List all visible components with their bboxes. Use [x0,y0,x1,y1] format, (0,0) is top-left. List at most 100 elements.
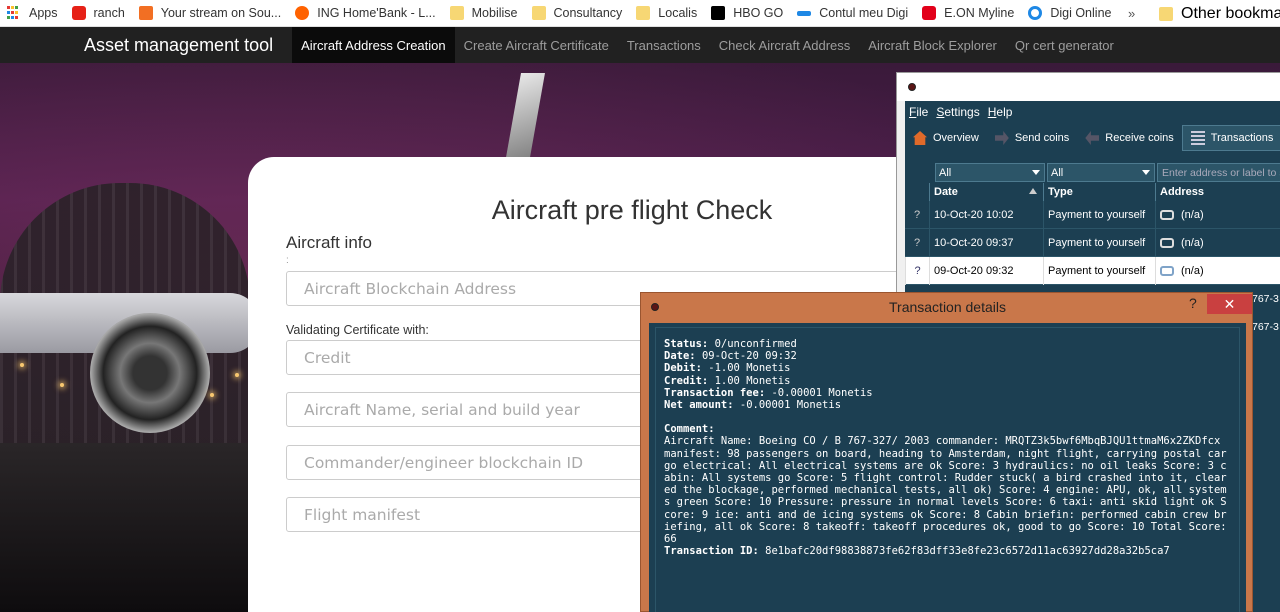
bookmark-label: Digi Online [1050,6,1112,20]
detail-net-amount: Net amount: -0.00001 Monetis [664,399,842,412]
soundcloud-icon [138,6,153,20]
bookmark-label: ranch [93,6,125,20]
tab-receive-coins[interactable]: Receive coins [1077,125,1181,151]
bookmark-label: Localis [658,6,698,20]
type-filter-select[interactable]: All [1047,163,1155,182]
runway-light [20,363,24,367]
dialog-body: Status: 0/unconfirmed Date: 09-Oct-20 09… [649,323,1246,612]
help-button[interactable]: ? [1189,295,1197,311]
detail-fee: Transaction fee: -0.00001 Monetis [664,386,873,399]
ing-lion-icon [295,6,310,20]
date-filter-value: All [939,166,952,179]
send-arrow-icon [994,131,1009,145]
table-row-selected[interactable]: ? 09-Oct-20 09:32 Payment to yourself (n… [905,257,1280,285]
tab-label: Transactions [1210,132,1274,144]
folder-icon [636,6,651,20]
row-address: (n/a) [1155,229,1280,257]
row-type: Payment to yourself [1043,229,1155,257]
bookmark-localis[interactable]: Localis [629,0,704,27]
payment-to-self-icon [1160,266,1174,276]
row-address-value: (n/a) [1181,265,1204,277]
detail-status: Status: 0/unconfirmed [664,338,797,350]
bookmark-soundcloud[interactable]: Your stream on Sou... [132,0,288,27]
transaction-filters: All All Enter address or label to search [905,153,1280,183]
bookmark-label: HBO GO [733,6,784,20]
tab-send-coins[interactable]: Send coins [987,125,1077,151]
transactions-table-header: Date Type Address [905,183,1280,201]
row-date: 10-Oct-20 10:02 [929,201,1043,229]
wallet-titlebar[interactable] [897,73,1280,101]
hbo-icon [711,6,726,20]
row-date: 10-Oct-20 09:37 [929,229,1043,257]
menu-help[interactable]: Help [984,105,1017,119]
bookmark-ing[interactable]: ING Home'Bank - L... [288,0,442,27]
bookmark-hbo[interactable]: HBO GO [704,0,790,27]
date-filter-select[interactable]: All [935,163,1045,182]
column-date-label: Date [934,186,958,198]
eon-icon [922,6,937,20]
menu-settings[interactable]: Settings [932,105,983,119]
nav-aircraft-block-explorer[interactable]: Aircraft Block Explorer [859,27,1006,63]
tab-label: Send coins [1014,132,1070,144]
transactions-list-icon [1190,131,1205,145]
row-address-value: (n/a) [1181,209,1204,221]
tarmac [0,443,260,612]
bookmark-apps[interactable]: Apps [0,0,65,27]
bookmark-digi-online[interactable]: Digi Online [1021,0,1118,27]
bookmark-digi[interactable]: Contul meu Digi [790,0,915,27]
truncated-row-text: 767-3 [1252,321,1279,333]
app-logo-icon [908,83,916,91]
bookmark-consultancy[interactable]: Consultancy [525,0,630,27]
home-icon [913,131,927,145]
address-search-input[interactable]: Enter address or label to search [1157,163,1280,182]
bookmarks-overflow-chevron-icon[interactable]: » [1128,0,1135,27]
table-row[interactable]: ? 10-Oct-20 09:37 Payment to yourself (n… [905,229,1280,257]
table-row[interactable]: ? 10-Oct-20 10:02 Payment to yourself (n… [905,201,1280,229]
detail-debit: Debit: -1.00 Monetis [664,362,791,375]
detail-comment: Aircraft Name: Boeing CO / B 767-327/ 20… [664,435,1227,546]
nav-check-aircraft-address[interactable]: Check Aircraft Address [710,27,860,63]
row-type: Payment to yourself [1043,201,1155,229]
bookmark-ranch[interactable]: ranch [65,0,132,27]
nav-create-aircraft-certificate[interactable]: Create Aircraft Certificate [455,27,618,63]
brand-title[interactable]: Asset management tool [84,35,273,56]
wallet-toolbar: Overview Send coins Receive coins Transa… [905,123,1280,153]
menu-file[interactable]: File [905,105,932,119]
row-date: 09-Oct-20 09:32 [929,257,1043,285]
tab-label: Receive coins [1105,132,1174,144]
bookmark-eon[interactable]: E.ON Myline [915,0,1021,27]
youtube-icon [71,6,86,20]
bookmark-label: E.ON Myline [944,6,1015,20]
unconfirmed-status-icon: ? [913,237,921,249]
chevron-down-icon [1032,170,1040,175]
bookmark-label: Your stream on Sou... [160,6,282,20]
nav-qr-cert-generator[interactable]: Qr cert generator [1006,27,1123,63]
detail-comment-label: Comment: [664,423,715,436]
tab-overview[interactable]: Overview [905,125,987,151]
column-type[interactable]: Type [1043,183,1155,201]
dialog-title[interactable]: Transaction details [641,293,1254,321]
nav-aircraft-address-creation[interactable]: Aircraft Address Creation [292,27,455,63]
truncated-row-text: 767-3 [1252,293,1279,305]
close-button[interactable]: ✕ [1207,294,1252,314]
tab-label: Overview [933,132,979,144]
folder-icon [1159,6,1173,21]
nav-transactions[interactable]: Transactions [618,27,710,63]
bookmark-mobilise[interactable]: Mobilise [443,0,525,27]
tab-transactions[interactable]: Transactions [1181,125,1280,151]
folder-icon [531,6,546,20]
bookmark-label: Mobilise [471,6,518,20]
type-filter-value: All [1051,166,1064,179]
column-address[interactable]: Address [1155,183,1280,201]
column-date[interactable]: Date [929,183,1043,201]
bookmark-other[interactable]: Other bookmarks [1152,0,1280,27]
folder-icon [449,6,464,20]
detail-transaction-id: Transaction ID: 8e1bafc20df98838873fe62f… [664,545,1170,558]
transaction-details-text[interactable]: Status: 0/unconfirmed Date: 09-Oct-20 09… [655,327,1240,612]
unconfirmed-status-icon: ? [913,209,921,221]
runway-light [235,373,239,377]
row-address-value: (n/a) [1181,237,1204,249]
section-colon: : [286,255,289,266]
payment-to-self-icon [1160,238,1174,248]
